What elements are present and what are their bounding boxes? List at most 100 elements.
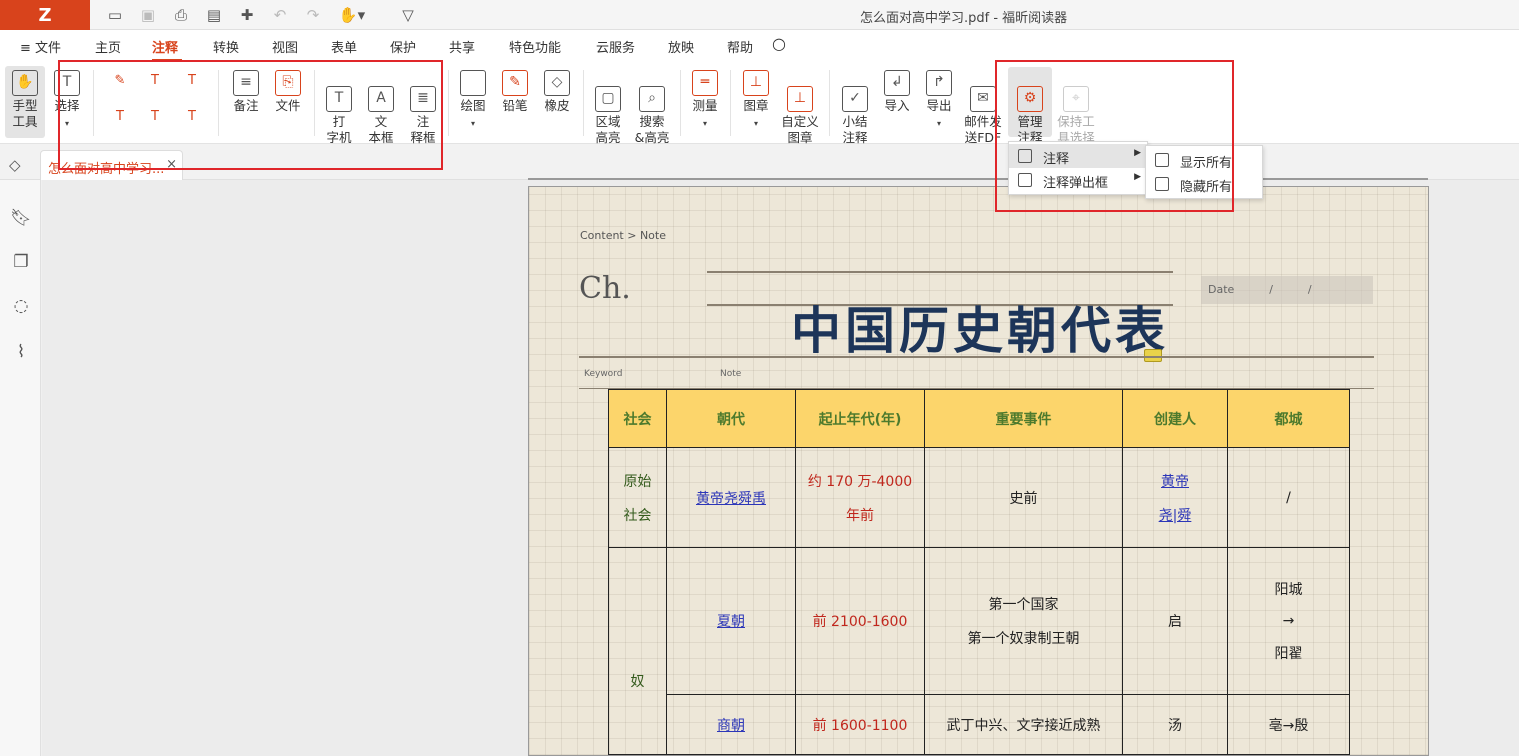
insert-text-button[interactable]: T xyxy=(180,108,204,130)
search-icon[interactable]: ○ xyxy=(772,34,786,53)
header-events: 重要事件 xyxy=(924,389,1123,448)
measure-button[interactable]: ═ 测量 ▾ xyxy=(688,70,722,132)
manage-comments-button[interactable]: ⚙ 管理 注释 xyxy=(1008,67,1052,145)
menu-item-show-all[interactable]: 显示所有 xyxy=(1146,148,1262,172)
file-properties-icon[interactable]: ▤ xyxy=(203,4,225,26)
founder-cell: 汤 xyxy=(1122,694,1228,755)
society-text: 奴 xyxy=(630,674,645,690)
menu-features[interactable]: 特色功能 xyxy=(509,37,561,56)
squiggly-t-icon: T xyxy=(188,73,196,88)
app-logo[interactable]: Z xyxy=(0,0,90,30)
event-text: 第一个奴隶制王朝 xyxy=(967,631,1080,647)
note-button[interactable]: ≡ 备注 xyxy=(229,70,263,114)
years-cell: 约 170 万-4000 年前 xyxy=(795,447,925,548)
custom-stamp-label: 自定义 图章 xyxy=(781,114,819,145)
replace-text-button[interactable]: T xyxy=(143,108,167,130)
strikeout-text-button[interactable]: T xyxy=(108,108,132,130)
draw-button[interactable]: 绘图 ▾ xyxy=(456,70,490,132)
export-button[interactable]: ↱ 导出 ▾ xyxy=(922,70,956,132)
summary-label: 小结 注释 xyxy=(842,114,868,145)
import-button[interactable]: ↲ 导入 xyxy=(880,70,914,114)
undo-icon[interactable]: ↶ xyxy=(269,4,291,26)
file-attach-button[interactable]: ⎘ 文件 xyxy=(271,70,305,114)
keep-tool-button[interactable]: ⌖ 保持工 具选择 xyxy=(1053,70,1099,146)
menu-help[interactable]: 帮助 xyxy=(727,37,753,56)
active-tab-indicator xyxy=(152,59,182,61)
founder-cell: 黄帝 尧|舜 xyxy=(1122,447,1228,548)
menu-cloud[interactable]: 云服务 xyxy=(596,37,635,56)
area-highlight-icon: ▢ xyxy=(595,86,621,112)
highlight-text-button[interactable]: ✎ xyxy=(108,72,132,94)
capital-text: 阳城 xyxy=(1274,582,1303,598)
attachment-icon[interactable]: ⌇ xyxy=(11,342,31,362)
email-fdf-button[interactable]: ✉ 邮件发 送FDF xyxy=(962,70,1004,146)
table-header-row: 社会 朝代 起止年代(年) 重要事件 创建人 都城 xyxy=(608,389,1350,448)
note-icon: ≡ xyxy=(233,70,259,96)
eraser-label: 橡皮 xyxy=(544,98,570,113)
insert-t-icon: T xyxy=(188,109,196,124)
search-highlight-button[interactable]: ⌕ 搜索 &高亮 xyxy=(631,70,673,146)
pdf-page: Content > Note Ch. Date / / 中国历史朝代表 Keyw… xyxy=(528,186,1429,756)
squiggly-text-button[interactable]: T xyxy=(180,72,204,94)
summary-button[interactable]: ✓ 小结 注释 xyxy=(838,70,872,146)
pages-icon[interactable]: ❐ xyxy=(11,252,31,272)
underline-text-button[interactable]: T xyxy=(143,72,167,94)
stamp-button[interactable]: ⊥ 图章 ▾ xyxy=(739,70,773,132)
hand-tool-button[interactable]: ✋ 手型 工具 xyxy=(5,66,45,138)
menu-item-hide-all[interactable]: 隐藏所有 xyxy=(1146,172,1262,196)
menu-comment[interactable]: 注释 xyxy=(152,37,178,56)
menu-item-popups[interactable]: 注释弹出框 ▶ xyxy=(1009,168,1147,192)
keyword-line xyxy=(579,356,1374,358)
callout-label: 注 释框 xyxy=(410,114,436,145)
capital-cell: 亳→殷 xyxy=(1227,694,1350,755)
import-label: 导入 xyxy=(884,98,910,113)
highlighter-icon: ✎ xyxy=(114,73,126,88)
menu-item-comments[interactable]: 注释 ▶ xyxy=(1009,144,1147,168)
typewriter-button[interactable]: T打 字机 xyxy=(322,70,356,146)
pencil-button[interactable]: ✎ 铅笔 xyxy=(498,70,532,114)
new-file-icon[interactable]: ✚ xyxy=(236,4,258,26)
dynasty-link[interactable]: 黄帝尧舜禹 xyxy=(666,447,796,548)
custom-stamp-button[interactable]: ⊥ 自定义 图章 xyxy=(778,70,822,146)
select-button[interactable]: T 选择 ▾ xyxy=(50,70,84,132)
menu-slideshow[interactable]: 放映 xyxy=(668,37,694,56)
comments-icon[interactable]: ◌ xyxy=(11,296,31,316)
menu-home[interactable]: 主页 xyxy=(95,37,121,56)
show-all-icon xyxy=(1155,153,1169,167)
file-attach-icon: ⎘ xyxy=(275,70,301,96)
hand-dropdown-icon[interactable]: ✋▾ xyxy=(338,4,366,26)
dynasty-link[interactable]: 商朝 xyxy=(666,694,796,755)
popup-icon xyxy=(1018,173,1032,187)
callout-button[interactable]: ≣ 注 释框 xyxy=(406,70,440,146)
founder-link[interactable]: 黄帝 xyxy=(1123,471,1227,491)
event-cell: 史前 xyxy=(924,447,1123,548)
document-title: 中国历史朝代表 xyxy=(791,302,1169,360)
print-icon[interactable]: ⎙ xyxy=(170,4,192,26)
menu-view[interactable]: 视图 xyxy=(272,37,298,56)
custom-stamp-icon: ⊥ xyxy=(787,86,813,112)
close-tab-icon[interactable]: × xyxy=(166,157,177,172)
menu-convert[interactable]: 转换 xyxy=(213,37,239,56)
textbox-button[interactable]: A文 本框 xyxy=(364,70,398,146)
menu-file[interactable]: ≡ 文件 xyxy=(20,37,61,56)
customize-toolbar-icon[interactable]: ▽ xyxy=(397,4,419,26)
menu-protect[interactable]: 保护 xyxy=(390,37,416,56)
founder-link[interactable]: 尧|舜 xyxy=(1123,505,1227,525)
document-tab[interactable]: 怎么面对高中学习... × xyxy=(40,150,183,180)
manage-comments-icon: ⚙ xyxy=(1017,86,1043,112)
menu-item-label: 隐藏所有 xyxy=(1180,180,1233,195)
bookmark-icon[interactable]: 🔖︎ xyxy=(10,208,32,228)
eraser-edit-icon[interactable]: ◇ xyxy=(9,156,21,174)
submenu-arrow-icon: ▶ xyxy=(1134,172,1141,182)
redo-icon[interactable]: ↷ xyxy=(302,4,324,26)
table-row: 奴 夏朝 前 2100-1600 第一个国家 第一个奴隶制王朝 启 阳城 → 阳… xyxy=(608,547,1350,755)
area-highlight-button[interactable]: ▢ 区域 高亮 xyxy=(590,70,626,146)
menu-form[interactable]: 表单 xyxy=(331,37,357,56)
dynasty-link[interactable]: 夏朝 xyxy=(666,547,796,695)
eraser-button[interactable]: ◇ 橡皮 xyxy=(540,70,574,114)
ruler-icon: ═ xyxy=(692,70,718,96)
save-icon[interactable]: ▣ xyxy=(137,4,159,26)
open-folder-icon[interactable]: ▭ xyxy=(104,4,126,26)
dynasty-table: 社会 朝代 起止年代(年) 重要事件 创建人 都城 原始 社会 黄帝尧舜禹 约 … xyxy=(608,389,1350,755)
menu-share[interactable]: 共享 xyxy=(449,37,475,56)
